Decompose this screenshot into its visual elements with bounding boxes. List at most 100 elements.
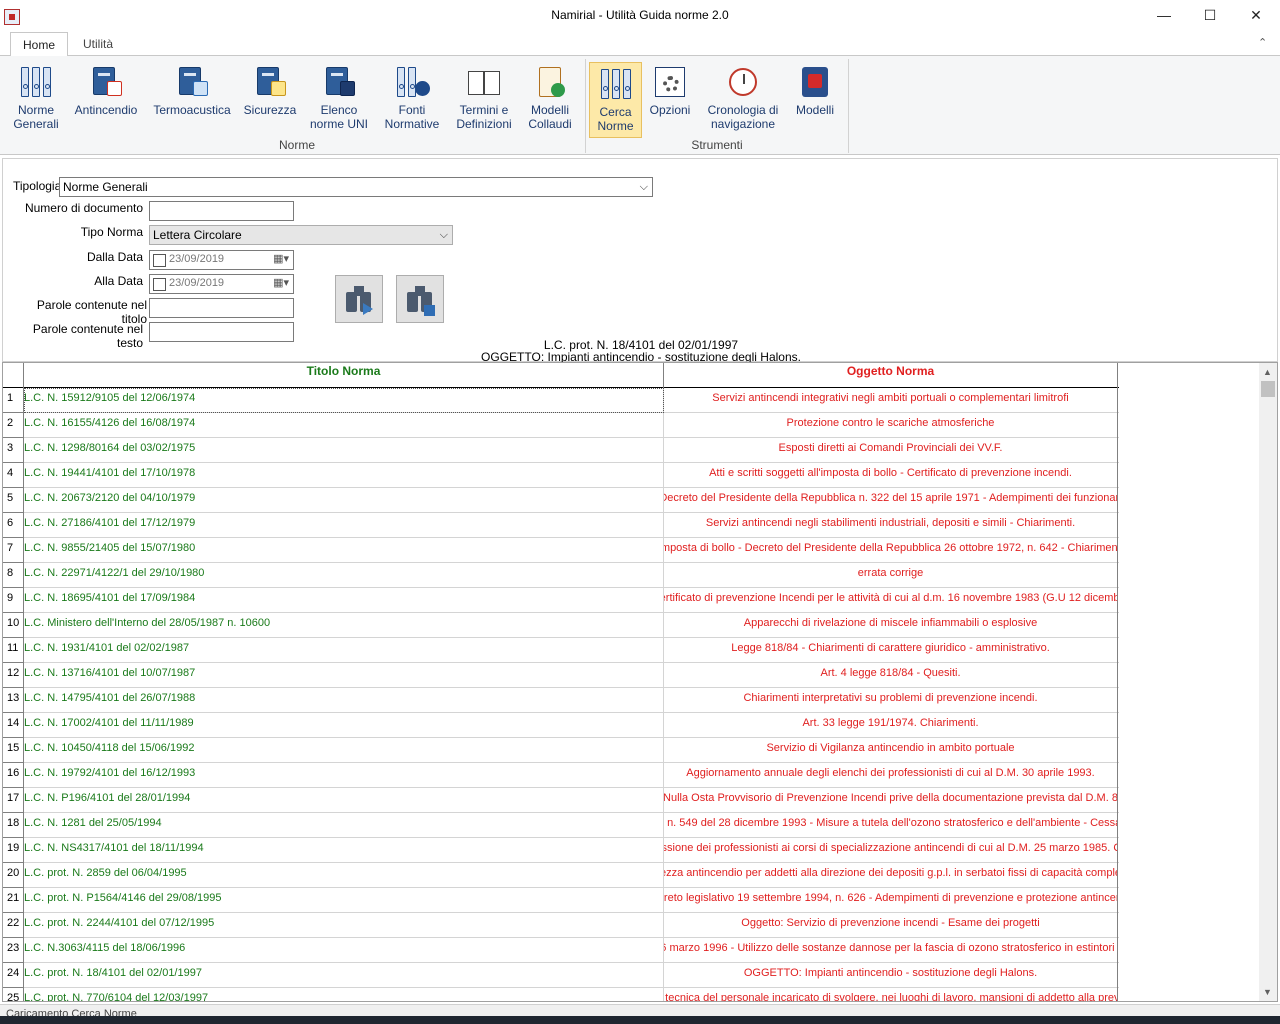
table-row[interactable]: 5 L.C. N. 20673/2120 del 04/10/1979 Decret… xyxy=(3,488,1119,513)
cell-titolo[interactable]: L.C. N. 13716/4101 del 10/07/1987 xyxy=(24,663,664,688)
dalla-data-checkbox[interactable] xyxy=(153,254,166,267)
norme-generali-button[interactable]: Norme Generali xyxy=(10,61,62,135)
cell-titolo[interactable]: L.C. N. 10450/4118 del 15/06/1992 xyxy=(24,738,664,763)
row-number[interactable]: 21 xyxy=(3,888,24,913)
tab-utilita[interactable]: Utilità xyxy=(70,32,126,56)
cell-oggetto[interactable]: Legge 818/84 - Chiarimenti di carattere … xyxy=(664,638,1118,663)
cell-titolo[interactable]: L.C. N. 16155/4126 del 16/08/1974 xyxy=(24,413,664,438)
cell-titolo[interactable]: L.C. prot. N. P1564/4146 del 29/08/1995 xyxy=(24,888,664,913)
column-header-oggetto[interactable]: Oggetto Norma xyxy=(664,363,1118,388)
table-row[interactable]: 20L.C. prot. N. 2859 del 06/04/1995Sicur… xyxy=(3,863,1119,888)
row-number[interactable]: 1 xyxy=(3,388,24,413)
cell-titolo[interactable]: L.C. prot. N. 770/6104 del 12/03/1997 xyxy=(24,988,664,1001)
modelli-button[interactable]: Modelli xyxy=(790,61,840,135)
row-number[interactable]: 18 xyxy=(3,813,24,838)
row-number[interactable]: 5 xyxy=(3,488,24,513)
cell-oggetto[interactable]: Decreto del Presidente della Repubblica … xyxy=(664,488,1118,513)
cell-titolo[interactable]: L.C. N. 14795/4101 del 26/07/1988 xyxy=(24,688,664,713)
stop-search-button[interactable] xyxy=(396,275,444,323)
ribbon-collapse-icon[interactable]: ⌃ xyxy=(1258,36,1267,49)
row-number[interactable]: 20 xyxy=(3,863,24,888)
cell-titolo[interactable]: L.C. N. 1298/80164 del 03/02/1975 xyxy=(24,438,664,463)
cell-titolo[interactable]: L.C. N. 18695/4101 del 17/09/1984 xyxy=(24,588,664,613)
cell-oggetto[interactable]: Esposti diretti ai Comandi Provinciali d… xyxy=(664,438,1118,463)
row-number[interactable]: 23 xyxy=(3,938,24,963)
cell-oggetto[interactable]: Aggiornamento annuale degli elenchi dei … xyxy=(664,763,1118,788)
cell-oggetto[interactable]: Chiarimenti interpretativi su problemi d… xyxy=(664,688,1118,713)
row-number[interactable]: 7 xyxy=(3,538,24,563)
column-header-titolo[interactable]: Titolo Norma xyxy=(24,363,664,388)
table-row[interactable]: 18L.C. N. 1281 del 25/05/1994Legge n. 54… xyxy=(3,813,1119,838)
cell-oggetto[interactable]: Ammissione dei professionisti ai corsi d… xyxy=(664,838,1118,863)
cell-oggetto[interactable]: OGGETTO: Impianti antincendio - sostituz… xyxy=(664,963,1118,988)
cell-titolo[interactable]: L.C. prot. N. 2244/4101 del 07/12/1995 xyxy=(24,913,664,938)
cell-oggetto[interactable]: Decreto legislativo 19 settembre 1994, n… xyxy=(664,888,1118,913)
row-number[interactable]: 12 xyxy=(3,663,24,688)
table-row[interactable]: 9 L.C. N. 18695/4101 del 17/09/1984 Certif… xyxy=(3,588,1119,613)
modelli-collaudi-button[interactable]: Modelli Collaudi xyxy=(522,61,578,135)
table-row[interactable]: 4 L.C. N. 19441/4101 del 17/10/1978 Atti e… xyxy=(3,463,1119,488)
cell-titolo[interactable]: L.C. N. 19441/4101 del 17/10/1978 xyxy=(24,463,664,488)
row-number[interactable]: 4 xyxy=(3,463,24,488)
minimize-button[interactable]: — xyxy=(1141,0,1187,30)
table-row[interactable]: 22 L.C. prot. N. 2244/4101 del 07/12/1995… xyxy=(3,913,1119,938)
cell-oggetto[interactable]: Servizio di Vigilanza antincendio in amb… xyxy=(664,738,1118,763)
cell-titolo[interactable]: L.C. N. 19792/4101 del 16/12/1993 xyxy=(24,763,664,788)
cell-titolo[interactable]: L.C. N. 20673/2120 del 04/10/1979 xyxy=(24,488,664,513)
dalla-data-picker[interactable]: 23/09/2019 ▦▾ xyxy=(149,250,294,270)
table-row[interactable]: 10 L.C. Ministero dell'Interno del 28/05/… xyxy=(3,613,1119,638)
table-row[interactable]: 17 L.C. N. P196/4101 del 28/01/1994 Nulla … xyxy=(3,788,1119,813)
row-number[interactable]: 3 xyxy=(3,438,24,463)
termoacustica-button[interactable]: Termoacustica xyxy=(150,61,234,135)
table-row[interactable]: 13 L.C. N. 14795/4101 del 26/07/1988 Chiar… xyxy=(3,688,1119,713)
sicurezza-button[interactable]: Sicurezza xyxy=(242,61,298,135)
table-row[interactable]: 15 L.C. N. 10450/4118 del 15/06/1992 Servi… xyxy=(3,738,1119,763)
table-row[interactable]: 23L.C. N.3063/4115 del 18/06/1996D.M. 26… xyxy=(3,938,1119,963)
table-row[interactable]: 12 L.C. N. 13716/4101 del 10/07/1987 Art. … xyxy=(3,663,1119,688)
numero-documento-input[interactable] xyxy=(149,201,294,221)
table-row[interactable]: 6 L.C. N. 27186/4101 del 17/12/1979 Serviz… xyxy=(3,513,1119,538)
maximize-button[interactable]: ☐ xyxy=(1187,0,1233,30)
table-row[interactable]: 24 L.C. prot. N. 18/4101 del 02/01/1997 OG… xyxy=(3,963,1119,988)
row-number[interactable]: 11 xyxy=(3,638,24,663)
cell-oggetto[interactable]: Protezione contro le scariche atmosferic… xyxy=(664,413,1118,438)
row-number[interactable]: 15 xyxy=(3,738,24,763)
row-number[interactable]: 25 xyxy=(3,988,24,1001)
cell-oggetto[interactable]: Art. 4 legge 818/84 - Quesiti. xyxy=(664,663,1118,688)
scroll-down-icon[interactable]: ▼ xyxy=(1263,987,1272,997)
calendar-icon[interactable]: ▦▾ xyxy=(273,252,289,265)
cell-oggetto[interactable]: Idoneità tecnica del personale incaricat… xyxy=(664,988,1118,1001)
cell-titolo[interactable]: L.C. prot. N. 18/4101 del 02/01/1997 xyxy=(24,963,664,988)
row-number[interactable]: 24 xyxy=(3,963,24,988)
table-row[interactable]: 21 L.C. prot. N. P1564/4146 del 29/08/199… xyxy=(3,888,1119,913)
cell-titolo[interactable]: L.C. N. 22971/4122/1 del 29/10/1980 xyxy=(24,563,664,588)
table-row[interactable]: 19L.C. N. NS4317/4101 del 18/11/1994Ammi… xyxy=(3,838,1119,863)
cell-oggetto[interactable]: Sicurezza antincendio per addetti alla d… xyxy=(664,863,1118,888)
opzioni-button[interactable]: Opzioni xyxy=(646,61,694,135)
cell-oggetto[interactable]: Imposta di bollo - Decreto del President… xyxy=(664,538,1118,563)
cell-oggetto[interactable]: Oggetto: Servizio di prevenzione incendi… xyxy=(664,913,1118,938)
tipologia-select[interactable]: Norme Generali ⌵ xyxy=(59,177,653,197)
table-row[interactable]: 3 L.C. N. 1298/80164 del 03/02/1975 Espost… xyxy=(3,438,1119,463)
row-number[interactable]: 16 xyxy=(3,763,24,788)
cell-oggetto[interactable]: Servizi antincendi integrativi negli amb… xyxy=(664,388,1118,413)
table-row[interactable]: 16 L.C. N. 19792/4101 del 16/12/1993 Aggio… xyxy=(3,763,1119,788)
row-number[interactable]: 13 xyxy=(3,688,24,713)
scroll-up-icon[interactable]: ▲ xyxy=(1263,367,1272,377)
antincendio-button[interactable]: Antincendio xyxy=(70,61,142,135)
table-row[interactable]: 14 L.C. N. 17002/4101 del 11/11/1989 Art. … xyxy=(3,713,1119,738)
cell-titolo[interactable]: L.C. N. 1931/4101 del 02/02/1987 xyxy=(24,638,664,663)
parole-titolo-input[interactable] xyxy=(149,298,294,318)
cell-oggetto[interactable]: Legge n. 549 del 28 dicembre 1993 - Misu… xyxy=(664,813,1118,838)
cell-titolo[interactable]: L.C. Ministero dell'Interno del 28/05/19… xyxy=(24,613,664,638)
cell-oggetto[interactable]: Nulla Osta Provvisorio di Prevenzione In… xyxy=(664,788,1118,813)
vertical-scrollbar[interactable]: ▲ ▼ xyxy=(1259,363,1277,1001)
cell-titolo[interactable]: L.C. N. 1281 del 25/05/1994 xyxy=(24,813,664,838)
termini-definizioni-button[interactable]: Termini e Definizioni xyxy=(452,61,516,135)
cell-titolo[interactable]: L.C. N.3063/4115 del 18/06/1996 xyxy=(24,938,664,963)
cell-titolo[interactable]: L.C. N. 15912/9105 del 12/06/1974 xyxy=(24,388,664,413)
table-row[interactable]: 8 L.C. N. 22971/4122/1 del 29/10/1980 erra… xyxy=(3,563,1119,588)
cell-titolo[interactable]: L.C. N. 17002/4101 del 11/11/1989 xyxy=(24,713,664,738)
cell-oggetto[interactable]: Apparecchi di rivelazione di miscele inf… xyxy=(664,613,1118,638)
cell-oggetto[interactable]: D.M. 26 marzo 1996 - Utilizzo delle sost… xyxy=(664,938,1118,963)
